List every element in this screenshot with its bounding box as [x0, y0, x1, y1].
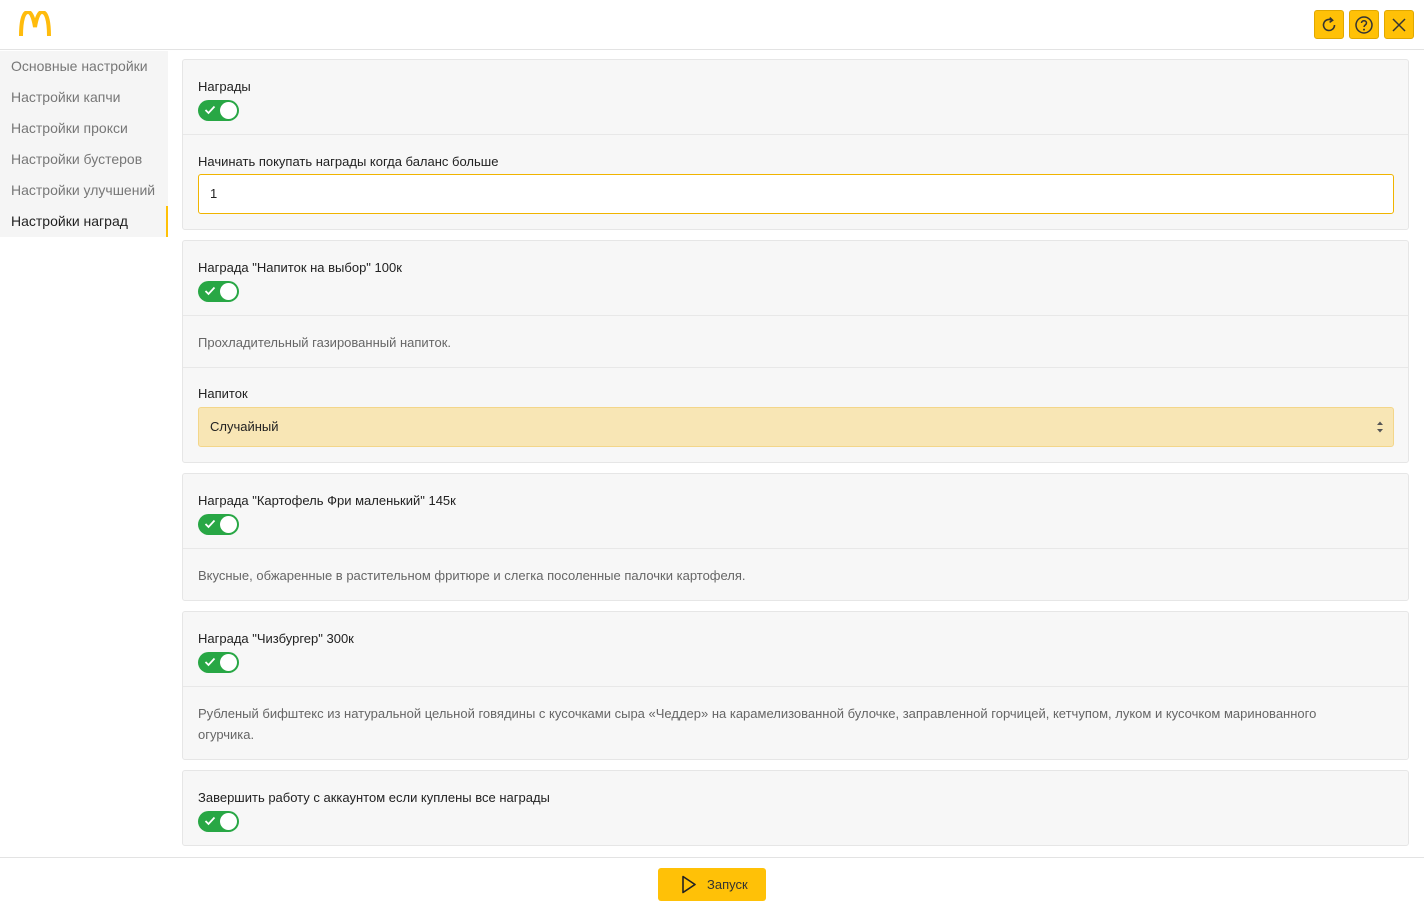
drink-select-label: Напиток — [198, 386, 248, 401]
drink-reward-card: Награда "Напиток на выбор" 100к Прохлади… — [182, 240, 1409, 463]
check-icon — [204, 519, 216, 529]
start-button-label: Запуск — [707, 877, 748, 892]
help-button[interactable] — [1349, 10, 1379, 39]
sidebar: Основные настройки Настройки капчи Настр… — [0, 51, 168, 237]
sidebar-item-upgrade-settings[interactable]: Настройки улучшений — [0, 175, 168, 206]
drink-select[interactable]: Случайный — [198, 407, 1394, 447]
sidebar-item-captcha-settings[interactable]: Настройки капчи — [0, 82, 168, 113]
balance-row: Начинать покупать награды когда баланс б… — [183, 135, 1408, 230]
finish-toggle-row: Завершить работу с аккаунтом если куплен… — [183, 771, 1408, 845]
balance-input[interactable]: 1 — [198, 174, 1394, 214]
mcdonalds-logo-icon — [19, 11, 51, 37]
fries-toggle-row: Награда "Картофель Фри маленький" 145к — [183, 474, 1408, 549]
sidebar-item-reward-settings[interactable]: Настройки наград — [0, 206, 168, 237]
fries-description-row: Вкусные, обжаренные в растительном фритю… — [183, 549, 1408, 601]
drink-description-row: Прохладительный газированный напиток. — [183, 316, 1408, 368]
check-icon — [204, 105, 216, 115]
fries-reward-card: Награда "Картофель Фри маленький" 145к В… — [182, 473, 1409, 601]
start-button[interactable]: Запуск — [658, 868, 766, 901]
toggle-knob — [220, 813, 237, 830]
toggle-knob — [220, 654, 237, 671]
drink-reward-toggle[interactable] — [198, 281, 239, 302]
check-icon — [204, 816, 216, 826]
drink-toggle-row: Награда "Напиток на выбор" 100к — [183, 241, 1408, 316]
refresh-button[interactable] — [1314, 10, 1344, 39]
play-icon — [682, 875, 696, 894]
fries-reward-toggle[interactable] — [198, 514, 239, 535]
cheeseburger-reward-card: Награда "Чизбургер" 300к Рубленый бифште… — [182, 611, 1409, 760]
drink-select-value: Случайный — [210, 419, 279, 434]
refresh-icon — [1322, 16, 1336, 31]
close-button[interactable] — [1384, 10, 1414, 39]
fries-reward-title: Награда "Картофель Фри маленький" 145к — [198, 493, 456, 508]
sidebar-item-main-settings[interactable]: Основные настройки — [0, 51, 168, 82]
sidebar-item-proxy-settings[interactable]: Настройки прокси — [0, 113, 168, 144]
check-icon — [204, 286, 216, 296]
rewards-card: Награды Начинать покупать награды когда … — [182, 59, 1409, 230]
rewards-toggle-row: Награды — [183, 60, 1408, 135]
app-window: Основные настройки Настройки капчи Настр… — [0, 0, 1424, 911]
help-circle-icon — [1355, 15, 1373, 34]
finish-label: Завершить работу с аккаунтом если куплен… — [198, 790, 550, 805]
header — [0, 0, 1424, 50]
rewards-label: Награды — [198, 79, 251, 94]
select-arrows-icon — [1377, 421, 1383, 433]
finish-toggle[interactable] — [198, 811, 239, 832]
toggle-knob — [220, 516, 237, 533]
rewards-toggle[interactable] — [198, 100, 239, 121]
balance-label: Начинать покупать награды когда баланс б… — [198, 154, 499, 169]
cheeseburger-reward-toggle[interactable] — [198, 652, 239, 673]
check-icon — [204, 657, 216, 667]
sidebar-item-booster-settings[interactable]: Настройки бустеров — [0, 144, 168, 175]
cheeseburger-toggle-row: Награда "Чизбургер" 300к — [183, 612, 1408, 687]
toggle-knob — [220, 102, 237, 119]
cheeseburger-reward-title: Награда "Чизбургер" 300к — [198, 631, 354, 646]
cheeseburger-description: Рубленый бифштекс из натуральной цельной… — [198, 706, 1317, 742]
footer: Запуск — [0, 857, 1424, 911]
cheeseburger-description-row: Рубленый бифштекс из натуральной цельной… — [183, 687, 1408, 760]
drink-description: Прохладительный газированный напиток. — [198, 335, 452, 350]
drink-select-row: Напиток Случайный — [183, 368, 1408, 462]
finish-card: Завершить работу с аккаунтом если куплен… — [182, 770, 1409, 846]
toggle-knob — [220, 283, 237, 300]
fries-description: Вкусные, обжаренные в растительном фритю… — [198, 568, 746, 583]
drink-reward-title: Награда "Напиток на выбор" 100к — [198, 260, 402, 275]
close-icon — [1392, 17, 1406, 32]
